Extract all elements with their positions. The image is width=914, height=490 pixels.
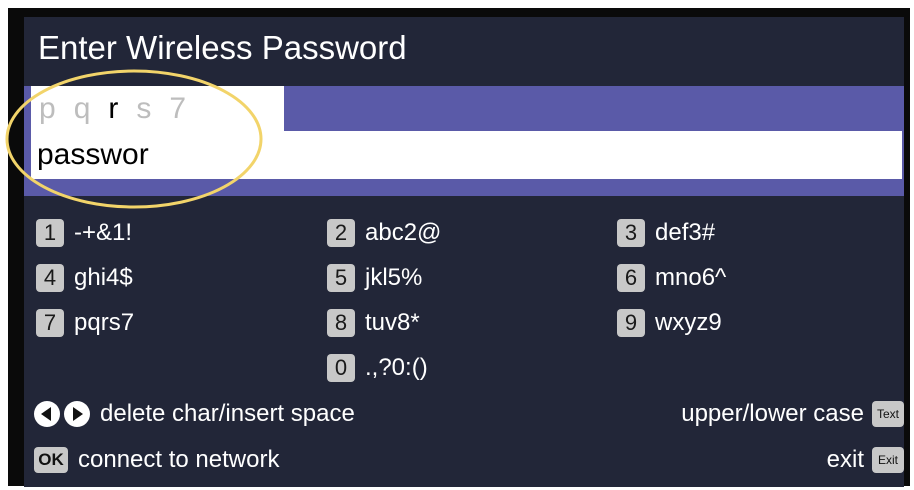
key-chars: wxyz9 xyxy=(655,309,722,336)
right-arrow-icon[interactable] xyxy=(64,401,90,427)
key-chars: def3# xyxy=(655,219,716,246)
key-number-badge: 7 xyxy=(36,309,64,337)
hint-case-label: upper/lower case xyxy=(681,400,864,427)
key-number-badge: 4 xyxy=(36,264,64,292)
key-4[interactable]: 4 ghi4$ xyxy=(36,264,133,292)
key-number-badge: 6 xyxy=(617,264,645,292)
key-number-badge: 9 xyxy=(617,309,645,337)
key-number-badge: 3 xyxy=(617,219,645,247)
key-number-badge: 1 xyxy=(36,219,64,247)
key-chars: tuv8* xyxy=(365,309,420,336)
key-chars: ghi4$ xyxy=(74,264,133,291)
hint-exit: exit Exit xyxy=(827,446,904,474)
left-arrow-icon[interactable] xyxy=(34,401,60,427)
text-button[interactable]: Text xyxy=(872,401,904,427)
key-9[interactable]: 9 wxyz9 xyxy=(617,309,722,337)
key-7[interactable]: 7 pqrs7 xyxy=(36,309,134,337)
exit-button[interactable]: Exit xyxy=(872,447,904,473)
key-chars: abc2@ xyxy=(365,219,442,246)
hint-delete-insert-label: delete char/insert space xyxy=(100,400,355,427)
key-number-badge: 5 xyxy=(327,264,355,292)
key-number-badge: 8 xyxy=(327,309,355,337)
hint-delete-insert: delete char/insert space xyxy=(34,400,355,428)
key-0[interactable]: 0 .,?0:() xyxy=(327,354,428,382)
key-5[interactable]: 5 jkl5% xyxy=(327,264,422,292)
key-3[interactable]: 3 def3# xyxy=(617,219,715,247)
key-2[interactable]: 2 abc2@ xyxy=(327,219,441,247)
key-number-badge: 2 xyxy=(327,219,355,247)
hint-connect-label: connect to network xyxy=(78,446,280,473)
key-8[interactable]: 8 tuv8* xyxy=(327,309,420,337)
key-chars: .,?0:() xyxy=(365,354,428,381)
key-number-badge: 0 xyxy=(327,354,355,382)
key-chars: mno6^ xyxy=(655,264,727,291)
hint-connect: OK connect to network xyxy=(34,446,279,474)
hint-case: upper/lower case Text xyxy=(681,400,904,428)
hint-exit-label: exit xyxy=(826,446,864,473)
key-1[interactable]: 1 -+&1! xyxy=(36,219,132,247)
key-chars: jkl5% xyxy=(365,264,423,291)
key-chars: pqrs7 xyxy=(74,309,135,336)
ok-button[interactable]: OK xyxy=(34,447,68,473)
key-chars: -+&1! xyxy=(74,219,133,246)
key-6[interactable]: 6 mno6^ xyxy=(617,264,726,292)
